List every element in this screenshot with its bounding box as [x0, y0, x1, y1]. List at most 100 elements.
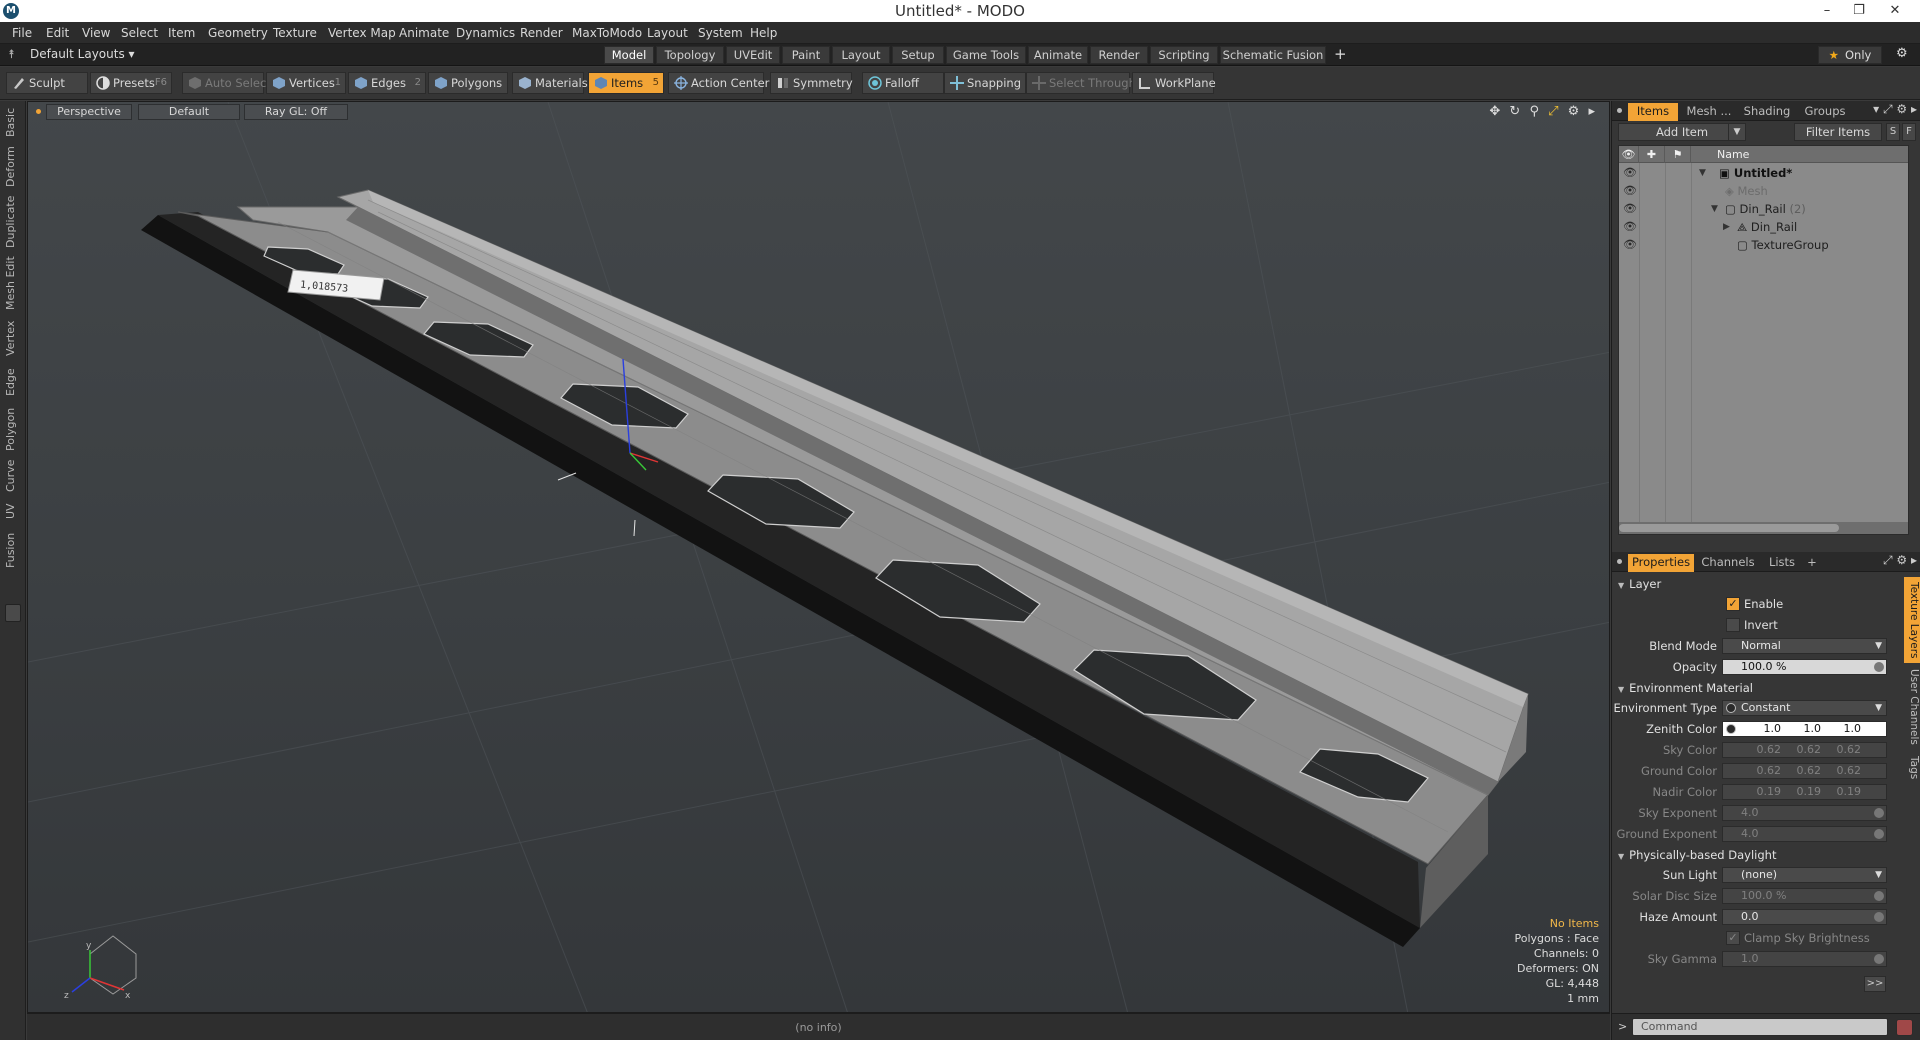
default-layouts-dropdown[interactable]: Default Layouts ▾ [30, 47, 135, 61]
tab-setup[interactable]: Setup [892, 46, 944, 64]
side-tab-tags[interactable]: Tags [1904, 751, 1920, 785]
auto-select-button[interactable]: Auto Select [182, 72, 271, 94]
eye-icon[interactable]: 👁 [1623, 164, 1637, 182]
maximize-button[interactable]: ❐ [1846, 1, 1872, 21]
layout-home-icon[interactable]: ⯭ [8, 47, 15, 62]
menu-layout[interactable]: Layout [647, 26, 688, 40]
sidebar-collapse-button[interactable] [5, 604, 21, 622]
tab-animate[interactable]: Animate [1028, 46, 1088, 64]
side-tab-texture-layers[interactable]: Texture Layers [1904, 577, 1920, 663]
slider-handle-icon[interactable] [1874, 662, 1884, 672]
blend-mode-select[interactable]: Normal ▼ [1722, 638, 1887, 654]
slider-handle-icon[interactable] [1874, 829, 1884, 839]
ground-exponent-field[interactable]: 4.0 [1722, 826, 1887, 842]
zoom-icon[interactable]: ⚲ [1529, 104, 1539, 119]
menu-texture[interactable]: Texture [273, 26, 317, 40]
add-tab-icon[interactable]: + [1804, 554, 1820, 572]
type-column-icon[interactable]: ⚑ [1665, 146, 1691, 163]
tree-row-scene[interactable]: 👁 ▼ ▣ Untitled* [1619, 164, 1908, 182]
fit-icon[interactable]: ⤢ [1548, 104, 1558, 119]
snapping-button[interactable]: Snapping [944, 72, 1026, 94]
menu-view[interactable]: View [82, 26, 110, 40]
panel-gear-icon[interactable]: ⚙ [1896, 102, 1907, 116]
presets-button[interactable]: Presets F6 [90, 72, 172, 94]
eye-icon[interactable]: 👁 [1623, 236, 1637, 254]
menu-geometry[interactable]: Geometry [208, 26, 268, 40]
opacity-field[interactable]: 100.0 % [1722, 659, 1887, 675]
vertices-button[interactable]: Vertices 1 [266, 72, 346, 94]
more-properties-button[interactable]: >> [1864, 976, 1886, 992]
tab-shading[interactable]: Shading [1740, 103, 1794, 121]
tab-topology[interactable]: Topology [656, 46, 724, 64]
clamp-sky-brightness-checkbox[interactable]: ✓ Clamp Sky Brightness [1722, 929, 1870, 947]
section-daylight[interactable]: ▼ Physically-based Daylight [1618, 846, 1776, 864]
tab-model[interactable]: Model [604, 46, 654, 64]
invert-checkbox[interactable]: Invert [1722, 616, 1778, 634]
zenith-color-field[interactable]: 1.0 1.0 1.0 [1722, 721, 1887, 737]
section-layer[interactable]: ▼ Layer [1618, 575, 1661, 593]
record-macro-icon[interactable] [1896, 1019, 1913, 1036]
tab-paint[interactable]: Paint [782, 46, 830, 64]
view-type-dropdown[interactable]: Perspective [46, 104, 132, 120]
ground-color-field[interactable]: 0.62 0.62 0.62 [1722, 763, 1887, 779]
rotate-icon[interactable]: ↻ [1509, 104, 1520, 119]
eye-icon[interactable]: 👁 [1623, 200, 1637, 218]
environment-type-select[interactable]: Constant ▼ [1722, 700, 1887, 716]
panel-dropdown-icon[interactable]: ▾ [1873, 102, 1879, 116]
s-button[interactable]: S [1886, 123, 1900, 141]
menu-system[interactable]: System [698, 26, 743, 40]
panel-expand-icon[interactable]: ⤢ [1883, 553, 1893, 567]
tab-uvedit[interactable]: UVEdit [726, 46, 780, 64]
sidebar-tab-polygon[interactable]: Polygon [4, 405, 22, 453]
menu-item[interactable]: Item [168, 26, 195, 40]
collapse-arrow-icon[interactable]: ▶ [1723, 218, 1730, 236]
nadir-color-field[interactable]: 0.19 0.19 0.19 [1722, 784, 1887, 800]
item-list[interactable]: 👁 ✚ ⚑ Name 👁 ▼ ▣ Untitled* 👁 ◈ Mesh 👁 ▼ … [1618, 145, 1909, 535]
slider-handle-icon[interactable] [1874, 808, 1884, 818]
slider-handle-icon[interactable] [1874, 891, 1884, 901]
menu-edit[interactable]: Edit [46, 26, 69, 40]
sun-light-select[interactable]: (none) ▼ [1722, 867, 1887, 883]
sidebar-tab-mesh-edit[interactable]: Mesh Edit [4, 255, 22, 311]
viewport-gear-icon[interactable]: ⚙ [1568, 104, 1580, 119]
viewport-menu-icon[interactable]: ▸ [1588, 104, 1595, 119]
add-item-dropdown-icon[interactable]: ▼ [1728, 123, 1746, 141]
tab-game-tools[interactable]: Game Tools [946, 46, 1026, 64]
eye-icon[interactable]: 👁 [1623, 218, 1637, 236]
edges-button[interactable]: Edges 2 [348, 72, 426, 94]
sidebar-tab-edge[interactable]: Edge [4, 363, 22, 401]
add-layout-tab-icon[interactable]: + [1334, 45, 1347, 63]
item-list-scrollbar[interactable] [1619, 522, 1908, 534]
workplane-button[interactable]: WorkPlane [1132, 72, 1216, 94]
menu-help[interactable]: Help [750, 26, 777, 40]
tab-channels[interactable]: Channels [1698, 554, 1758, 572]
tree-row-mesh[interactable]: 👁 ◈ Mesh [1619, 182, 1908, 200]
sky-color-field[interactable]: 0.62 0.62 0.62 [1722, 742, 1887, 758]
close-button[interactable]: ✕ [1882, 1, 1908, 21]
f-button[interactable]: F [1902, 123, 1916, 141]
menu-file[interactable]: File [12, 26, 32, 40]
haze-amount-field[interactable]: 0.0 [1722, 909, 1887, 925]
action-center-button[interactable]: Action Center [668, 72, 769, 94]
menu-vertex-map[interactable]: Vertex Map [328, 26, 396, 40]
tab-lists[interactable]: Lists [1762, 554, 1802, 572]
3d-viewport[interactable]: 1,018573 y z x Perspective Default Ray G… [27, 101, 1610, 1013]
tab-layout[interactable]: Layout [832, 46, 890, 64]
pan-icon[interactable]: ✥ [1489, 104, 1500, 119]
slider-handle-icon[interactable] [1874, 912, 1884, 922]
side-tab-user-channels[interactable]: User Channels [1904, 667, 1920, 747]
symmetry-button[interactable]: Symmetry [770, 72, 853, 94]
panel-menu-icon[interactable]: ▸ [1911, 102, 1917, 116]
eye-icon[interactable]: 👁 [1623, 182, 1637, 200]
slider-handle-icon[interactable] [1874, 954, 1884, 964]
panel-menu-icon[interactable]: ▸ [1911, 553, 1917, 567]
sidebar-tab-curve[interactable]: Curve [4, 457, 22, 495]
only-toggle-button[interactable]: ★ Only [1818, 46, 1882, 64]
lock-column-icon[interactable]: ✚ [1639, 146, 1665, 163]
solar-disc-field[interactable]: 100.0 % [1722, 888, 1887, 904]
tree-row-din-rail-mesh[interactable]: 👁 ▶ ⟁ Din_Rail [1619, 218, 1908, 236]
menu-select[interactable]: Select [121, 26, 158, 40]
tab-properties[interactable]: Properties [1628, 554, 1694, 572]
menu-maxtomodo[interactable]: MaxToModo [572, 26, 642, 40]
polygons-button[interactable]: Polygons [428, 72, 508, 94]
